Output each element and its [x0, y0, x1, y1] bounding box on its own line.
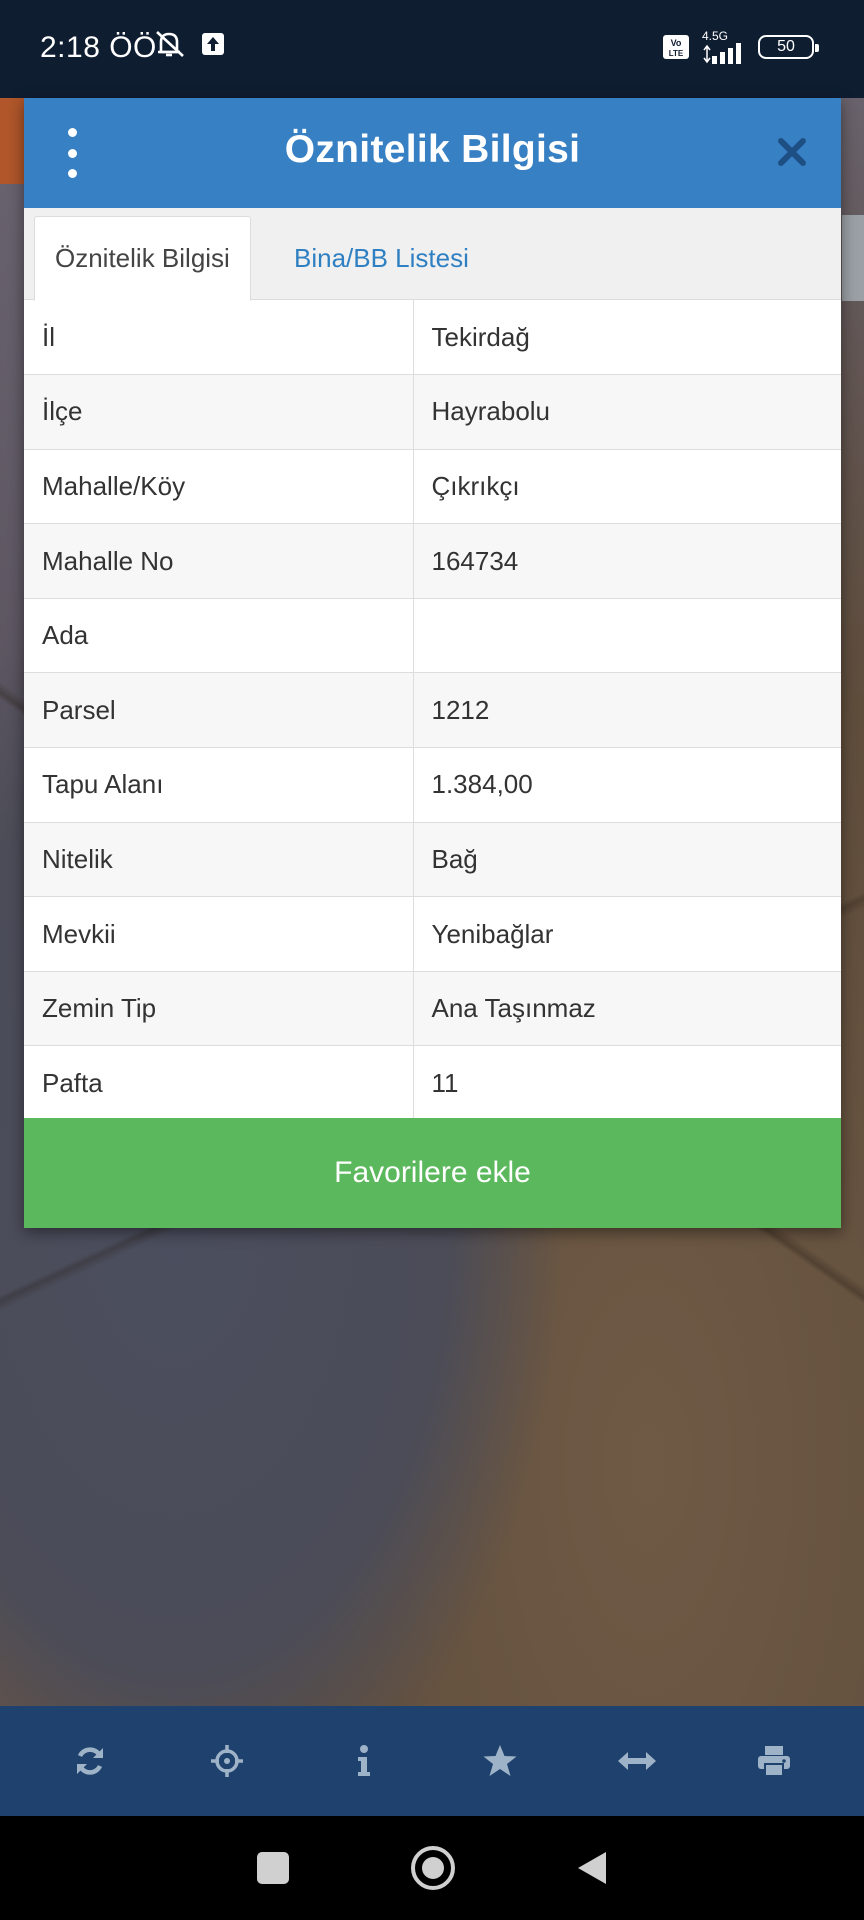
- attribute-value: 164734: [413, 523, 841, 599]
- dialog-title: Öznitelik Bilgisi: [284, 128, 581, 171]
- table-row: Mahalle/Köy Çıkrıkçı: [24, 449, 841, 525]
- map-feature: [842, 215, 864, 301]
- system-navigation-bar: [0, 1816, 864, 1920]
- mute-icon: [155, 30, 187, 58]
- favorites-button[interactable]: [470, 1731, 530, 1791]
- table-row: Tapu Alanı 1.384,00: [24, 747, 841, 823]
- print-button[interactable]: [744, 1731, 804, 1791]
- recent-apps-button[interactable]: [256, 1851, 290, 1885]
- dialog-header: Öznitelik Bilgisi: [24, 98, 841, 208]
- table-row: Mahalle No 164734: [24, 523, 841, 599]
- attribute-value: 1.384,00: [413, 747, 841, 823]
- tab-building-list[interactable]: Bina/BB Listesi: [274, 216, 489, 301]
- close-button[interactable]: [769, 126, 815, 178]
- attribute-value: Tekirdağ: [413, 300, 841, 376]
- attribute-key: Pafta: [24, 1045, 414, 1122]
- info-button[interactable]: [334, 1731, 394, 1791]
- attribute-key: İl: [24, 300, 414, 376]
- volte-icon: Vo LTE: [662, 34, 690, 60]
- locate-button[interactable]: [197, 1731, 257, 1791]
- attribute-value: Ana Taşınmaz: [413, 971, 841, 1047]
- locate-icon: [210, 1745, 243, 1777]
- table-row: Pafta 11: [24, 1045, 841, 1122]
- attribute-key: Mevkii: [24, 896, 414, 972]
- status-notification-icons: [155, 30, 225, 58]
- print-icon: [757, 1746, 790, 1777]
- attribute-key: Zemin Tip: [24, 971, 414, 1047]
- status-time: 2:18 ÖÖ: [40, 31, 157, 64]
- refresh-icon: [77, 1747, 104, 1775]
- status-system-icons: Vo LTE 4.5G 50: [662, 30, 819, 64]
- attribute-key: Mahalle No: [24, 523, 414, 599]
- tab-attribute-info[interactable]: Öznitelik Bilgisi: [34, 216, 251, 301]
- info-icon: [357, 1745, 370, 1776]
- close-icon: [778, 138, 806, 166]
- attribute-key: Ada: [24, 598, 414, 674]
- bottom-toolbar: [0, 1706, 864, 1816]
- network-type: 4.5G: [702, 29, 729, 43]
- table-row: İlçe Hayrabolu: [24, 374, 841, 450]
- attribute-dialog: Öznitelik Bilgisi Öznitelik Bilgisi Bina…: [24, 98, 841, 1228]
- table-row: Zemin Tip Ana Taşınmaz: [24, 971, 841, 1047]
- measure-icon: [617, 1752, 656, 1770]
- table-row: İl Tekirdağ: [24, 300, 841, 376]
- refresh-button[interactable]: [60, 1731, 120, 1791]
- table-row: Nitelik Bağ: [24, 822, 841, 898]
- attribute-value: 1212: [413, 672, 841, 749]
- attribute-value: 11: [413, 1045, 841, 1122]
- home-button[interactable]: [410, 1845, 456, 1891]
- upload-icon: [201, 32, 225, 56]
- battery-icon: 50: [758, 35, 819, 59]
- attribute-value: Çıkrıkçı: [413, 449, 841, 525]
- measure-button[interactable]: [607, 1731, 667, 1791]
- attribute-value: Bağ: [413, 822, 841, 898]
- battery-level: 50: [777, 38, 795, 55]
- svg-text:LTE: LTE: [669, 49, 684, 58]
- add-to-favorites-button[interactable]: Favorilere ekle: [24, 1118, 841, 1228]
- attribute-key: Parsel: [24, 672, 414, 749]
- attribute-value: Yenibağlar: [413, 896, 841, 972]
- attribute-key: Nitelik: [24, 822, 414, 898]
- star-icon: [483, 1745, 517, 1776]
- attribute-table: İl Tekirdağ İlçe Hayrabolu Mahalle/Köy Çıkrık…: [24, 300, 841, 1122]
- table-row: Parsel 1212: [24, 672, 841, 749]
- attribute-key: Tapu Alanı: [24, 747, 414, 823]
- attribute-value: [413, 598, 841, 674]
- table-row: Mevkii Yenibağlar: [24, 896, 841, 972]
- table-row: Ada: [24, 598, 841, 674]
- back-button[interactable]: [576, 1850, 608, 1886]
- back-triangle-icon: [578, 1852, 606, 1884]
- attribute-value: Hayrabolu: [413, 374, 841, 450]
- svg-text:Vo: Vo: [671, 38, 682, 48]
- status-bar: 2:18 ÖÖ Vo LTE 4.5G 50: [0, 0, 864, 98]
- square-icon: [257, 1852, 289, 1884]
- attribute-key: Mahalle/Köy: [24, 449, 414, 525]
- attribute-key: İlçe: [24, 374, 414, 450]
- home-circle-icon: [411, 1846, 455, 1890]
- tab-bar: Öznitelik Bilgisi Bina/BB Listesi: [24, 208, 841, 301]
- signal-icon: 4.5G: [702, 30, 746, 64]
